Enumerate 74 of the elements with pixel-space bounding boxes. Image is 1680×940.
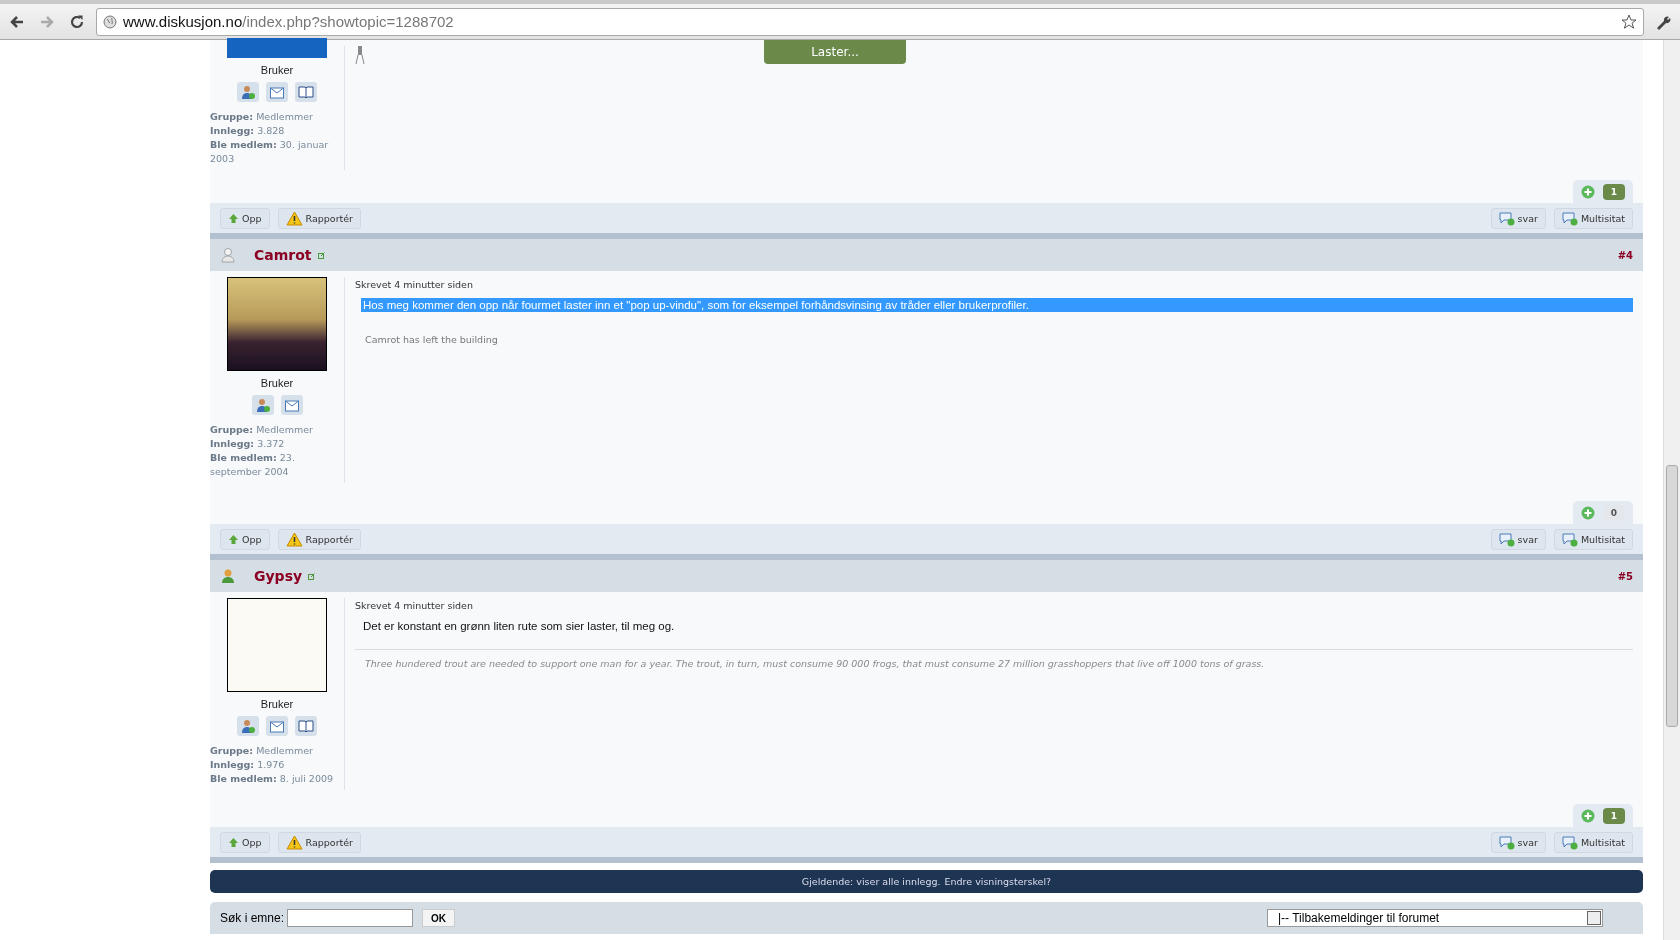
envelope-icon[interactable] [266, 716, 288, 736]
warning-icon [285, 210, 303, 226]
arrow-up-icon [228, 836, 239, 848]
post-timestamp: Skrevet 4 minutter siden [355, 279, 474, 290]
reply-button[interactable]: svar [1490, 528, 1546, 550]
member-stat: Gruppe: Medlemmer [210, 110, 314, 124]
search-field[interactable] [287, 909, 414, 927]
reply-button[interactable]: svar [1490, 207, 1546, 229]
envelope-icon[interactable] [280, 395, 303, 415]
report-button[interactable]: Rapportér [277, 207, 361, 229]
speech-bubble-icon [1498, 210, 1515, 226]
external-link-icon[interactable] [308, 572, 316, 580]
member-rank: Bruker [260, 64, 294, 76]
reply-button[interactable]: Multisitat [1553, 528, 1633, 550]
up-button[interactable]: Opp [220, 528, 270, 550]
member-stat: Ble medlem: 8. juli 2009 [210, 772, 335, 786]
ok-button[interactable]: OK [422, 909, 456, 927]
scrollbar-thumb[interactable] [1666, 465, 1678, 727]
member-stat: Gruppe: Medlemmer [210, 423, 314, 437]
external-link-icon[interactable] [317, 251, 325, 259]
post-number[interactable]: #4 [1617, 249, 1633, 261]
speech-bubble-icon [1561, 834, 1578, 850]
post-text: Hos meg kommer den opp når fourmet laster inn et "pop up-vindu", som for eksempel forhåndsvinsing av tråder eller brukerprofiler. [361, 298, 1633, 312]
speech-bubble-icon [1561, 531, 1578, 547]
author-name[interactable]: Gypsy [254, 568, 303, 584]
member-stat: Gruppe: Medlemmer [210, 744, 314, 758]
reply-button[interactable]: Multisitat [1553, 207, 1633, 229]
report-button[interactable]: Rapportér [277, 831, 361, 853]
member-stat: Innlegg: 1.976 [210, 758, 286, 772]
signature-text: Three hundered trout are needed to support one man for a year. The trout, in turn, must consume 90 000 frogs, that must consume 27 million grasshoppers that live off 1000 tons of grass. [355, 649, 1633, 669]
post-number[interactable]: #5 [1617, 570, 1633, 582]
up-button[interactable]: Opp [220, 831, 270, 853]
plus-icon[interactable] [1581, 185, 1595, 199]
member-rank: Bruker [260, 698, 294, 710]
rating-count: 1 [1603, 808, 1625, 824]
author-name[interactable]: Camrot [254, 247, 312, 263]
up-button[interactable]: Opp [220, 207, 270, 229]
envelope-icon[interactable] [266, 82, 288, 102]
add-friend-icon[interactable] [237, 82, 259, 102]
threshold-link[interactable]: Endre visningsterskel? [944, 876, 1052, 887]
loading-popup: Laster... [764, 40, 906, 64]
plus-icon[interactable] [1581, 809, 1595, 823]
warning-icon [285, 531, 303, 547]
warning-icon [285, 834, 303, 850]
add-friend-icon[interactable] [251, 395, 274, 415]
globe-icon [103, 14, 117, 29]
reply-button[interactable]: svar [1490, 831, 1546, 853]
speech-bubble-icon [1498, 531, 1515, 547]
book-icon[interactable] [295, 82, 317, 102]
rating-count: 1 [1603, 184, 1625, 200]
book-icon[interactable] [295, 716, 317, 736]
address-bar[interactable]: www.diskusjon.no/index.php?showtopic=1288702 [96, 7, 1644, 36]
search-label: Søk i emne: [220, 911, 285, 925]
rating-count: 0 [1603, 505, 1625, 521]
forum-jump-dropdown[interactable]: |-- Tilbakemeldinger til forumet [1267, 909, 1603, 927]
member-rank: Bruker [260, 377, 294, 389]
speech-bubble-icon [1498, 834, 1515, 850]
figure-icon [355, 46, 365, 64]
member-stat: Ble medlem: 30. januar 2003 [210, 138, 330, 166]
report-button[interactable]: Rapportér [277, 528, 361, 550]
member-stat: Innlegg: 3.372 [210, 437, 286, 451]
reply-button[interactable]: Multisitat [1553, 831, 1633, 853]
arrow-up-icon [228, 533, 239, 545]
arrow-up-icon [228, 212, 239, 224]
plus-icon[interactable] [1581, 506, 1595, 520]
member-stat: Innlegg: 3.828 [210, 124, 286, 138]
signature-text: Camrot has left the building [365, 334, 499, 345]
add-friend-icon[interactable] [237, 716, 259, 736]
member-stat: Ble medlem: 23. september 2004 [210, 451, 296, 479]
filter-text: Gjeldende: viser alle innlegg. [801, 876, 941, 887]
star-icon[interactable] [1621, 13, 1637, 30]
speech-bubble-icon [1561, 210, 1578, 226]
post-timestamp: Skrevet 4 minutter siden [355, 600, 474, 611]
post-text: Det er konstant en grønn liten rute som sier laster, til meg og. [362, 619, 676, 633]
